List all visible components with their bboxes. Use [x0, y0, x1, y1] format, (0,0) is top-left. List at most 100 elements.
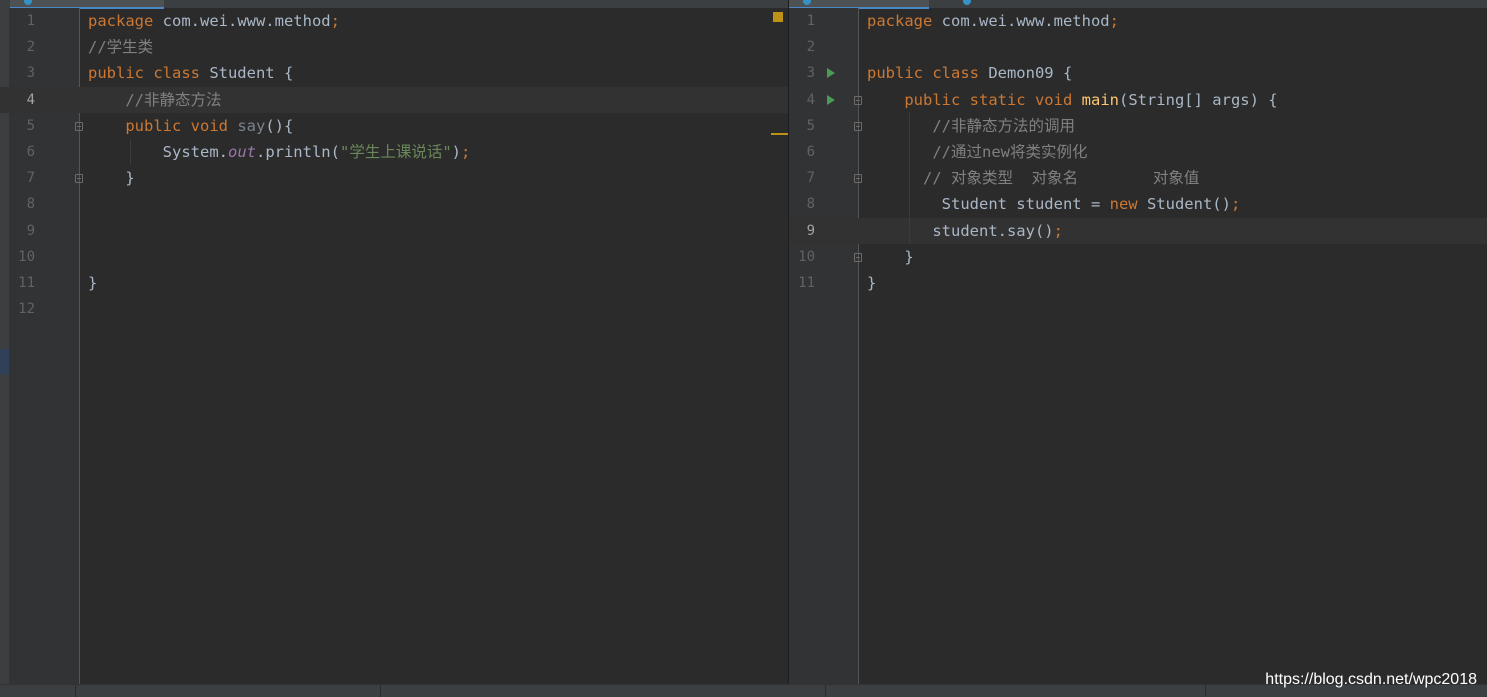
code-line[interactable]: 11}: [0, 270, 788, 296]
line-number[interactable]: 9: [789, 218, 815, 244]
code-line[interactable]: 7 // 对象类型 对象名 对象值: [789, 165, 1487, 191]
line-number[interactable]: 5: [9, 113, 35, 139]
code-line[interactable]: 4 public static void main(String[] args)…: [789, 87, 1487, 113]
code-line[interactable]: 9: [0, 218, 788, 244]
line-number[interactable]: 5: [789, 113, 815, 139]
code-text[interactable]: public class Student {: [88, 60, 293, 86]
code-line[interactable]: 5 //非静态方法的调用: [789, 113, 1487, 139]
fold-marker-icon[interactable]: [75, 174, 83, 184]
code-token: Student {: [199, 64, 294, 83]
code-text[interactable]: package com.wei.www.method;: [88, 8, 340, 34]
code-token: System.: [88, 143, 228, 161]
line-number[interactable]: 2: [789, 34, 815, 60]
line-number[interactable]: 7: [9, 165, 35, 191]
line-number[interactable]: 10: [789, 244, 815, 270]
code-token: ;: [1230, 195, 1241, 214]
code-line[interactable]: 8: [0, 191, 788, 217]
line-number[interactable]: 11: [789, 270, 815, 296]
line-number[interactable]: 11: [9, 270, 35, 296]
code-line[interactable]: 10: [0, 244, 788, 270]
code-token: Student student =: [867, 195, 1110, 214]
code-token: package: [88, 12, 154, 30]
java-class-icon: [963, 0, 971, 5]
code-token: public void: [125, 116, 228, 135]
line-number[interactable]: 2: [9, 34, 35, 60]
code-text[interactable]: public void say(){: [88, 113, 293, 139]
code-text[interactable]: }: [867, 270, 876, 296]
code-text[interactable]: Student student = new Student();: [867, 191, 1241, 217]
code-line[interactable]: 2: [789, 34, 1487, 60]
code-token: .println(: [255, 143, 340, 161]
code-text[interactable]: //学生类: [88, 34, 153, 60]
run-gutter-icon[interactable]: [827, 68, 835, 79]
left-tab-strip: [0, 0, 788, 9]
code-text[interactable]: //非静态方法的调用: [867, 113, 1075, 139]
code-token: ;: [330, 12, 340, 30]
right-code-area[interactable]: 1 package com.wei.www.method; 2 3 public cla…: [789, 8, 1487, 685]
code-text[interactable]: public class Demon09 {: [867, 60, 1072, 86]
code-line[interactable]: 8 Student student = new Student();: [789, 191, 1487, 217]
code-token: main: [1081, 90, 1119, 109]
code-text[interactable]: System.out.println("学生上课说话");: [88, 139, 471, 165]
code-text[interactable]: }: [88, 165, 135, 191]
code-line[interactable]: 11}: [789, 270, 1487, 296]
code-line[interactable]: 5 public void say(){: [0, 113, 788, 139]
status-bar: [0, 684, 1487, 697]
line-number[interactable]: 12: [9, 296, 35, 322]
line-number[interactable]: 4: [9, 87, 35, 113]
code-text[interactable]: package com.wei.www.method;: [867, 8, 1119, 34]
fold-marker-icon[interactable]: [854, 121, 862, 131]
code-token: //非静态方法的调用: [932, 116, 1075, 135]
code-text[interactable]: public static void main(String[] args) {: [867, 87, 1277, 113]
left-code-area[interactable]: 1 package com.wei.www.method; 2 //学生类 3 publi…: [0, 8, 788, 685]
fold-marker-icon[interactable]: [75, 121, 83, 131]
warning-stripe-marker[interactable]: [771, 133, 788, 135]
code-line[interactable]: 7 }: [0, 165, 788, 191]
line-number[interactable]: 6: [789, 139, 815, 165]
code-line[interactable]: 12: [0, 296, 788, 322]
code-text[interactable]: //通过new将类实例化: [867, 139, 1087, 165]
run-gutter-icon[interactable]: [827, 94, 835, 105]
tab-other-file[interactable]: [949, 0, 1069, 7]
code-token: }: [88, 274, 98, 292]
line-number[interactable]: 9: [9, 218, 35, 244]
code-text[interactable]: // 对象类型 对象名 对象值: [867, 165, 1199, 191]
code-token: ;: [1109, 12, 1119, 30]
line-number[interactable]: 4: [789, 87, 815, 113]
code-line[interactable]: 10 }: [789, 244, 1487, 270]
code-text[interactable]: }: [867, 244, 913, 270]
code-line[interactable]: 3 public class Demon09 {: [789, 60, 1487, 86]
code-token: }: [88, 169, 135, 188]
line-number[interactable]: 8: [789, 191, 815, 217]
line-number[interactable]: 10: [9, 244, 35, 270]
code-token: com.wei.www.method: [153, 12, 331, 30]
right-editor-pane[interactable]: 1 package com.wei.www.method; 2 3 public cla…: [789, 0, 1487, 685]
code-text[interactable]: }: [88, 270, 97, 296]
code-text[interactable]: //非静态方法: [88, 87, 221, 113]
warning-indicator-icon[interactable]: [773, 12, 783, 22]
line-number[interactable]: 1: [9, 8, 35, 34]
code-line[interactable]: 6 System.out.println("学生上课说话");: [0, 139, 788, 165]
line-number[interactable]: 3: [789, 60, 815, 86]
code-line[interactable]: 4 //非静态方法: [0, 86, 788, 113]
line-number[interactable]: 8: [9, 191, 35, 217]
fold-marker-icon[interactable]: [854, 252, 862, 262]
code-token: ;: [1053, 221, 1063, 240]
code-line[interactable]: 1 package com.wei.www.method;: [789, 8, 1487, 34]
code-line[interactable]: 3 public class Student {: [0, 60, 788, 86]
line-number[interactable]: 1: [789, 8, 815, 34]
code-text[interactable]: student.say();: [867, 218, 1063, 244]
code-line[interactable]: 6 //通过new将类实例化: [789, 139, 1487, 165]
fold-marker-icon[interactable]: [854, 95, 862, 105]
left-editor-pane[interactable]: 1 package com.wei.www.method; 2 //学生类 3 publi…: [0, 0, 788, 685]
line-number[interactable]: 6: [9, 139, 35, 165]
code-line[interactable]: 2 //学生类: [0, 34, 788, 60]
line-number[interactable]: 3: [9, 60, 35, 86]
code-line[interactable]: 9 student.say();: [789, 217, 1487, 244]
line-number[interactable]: 7: [789, 165, 815, 191]
code-line[interactable]: 1 package com.wei.www.method;: [0, 8, 788, 34]
watermark-text: https://blog.csdn.net/wpc2018: [1265, 671, 1477, 688]
fold-marker-icon[interactable]: [854, 174, 862, 184]
